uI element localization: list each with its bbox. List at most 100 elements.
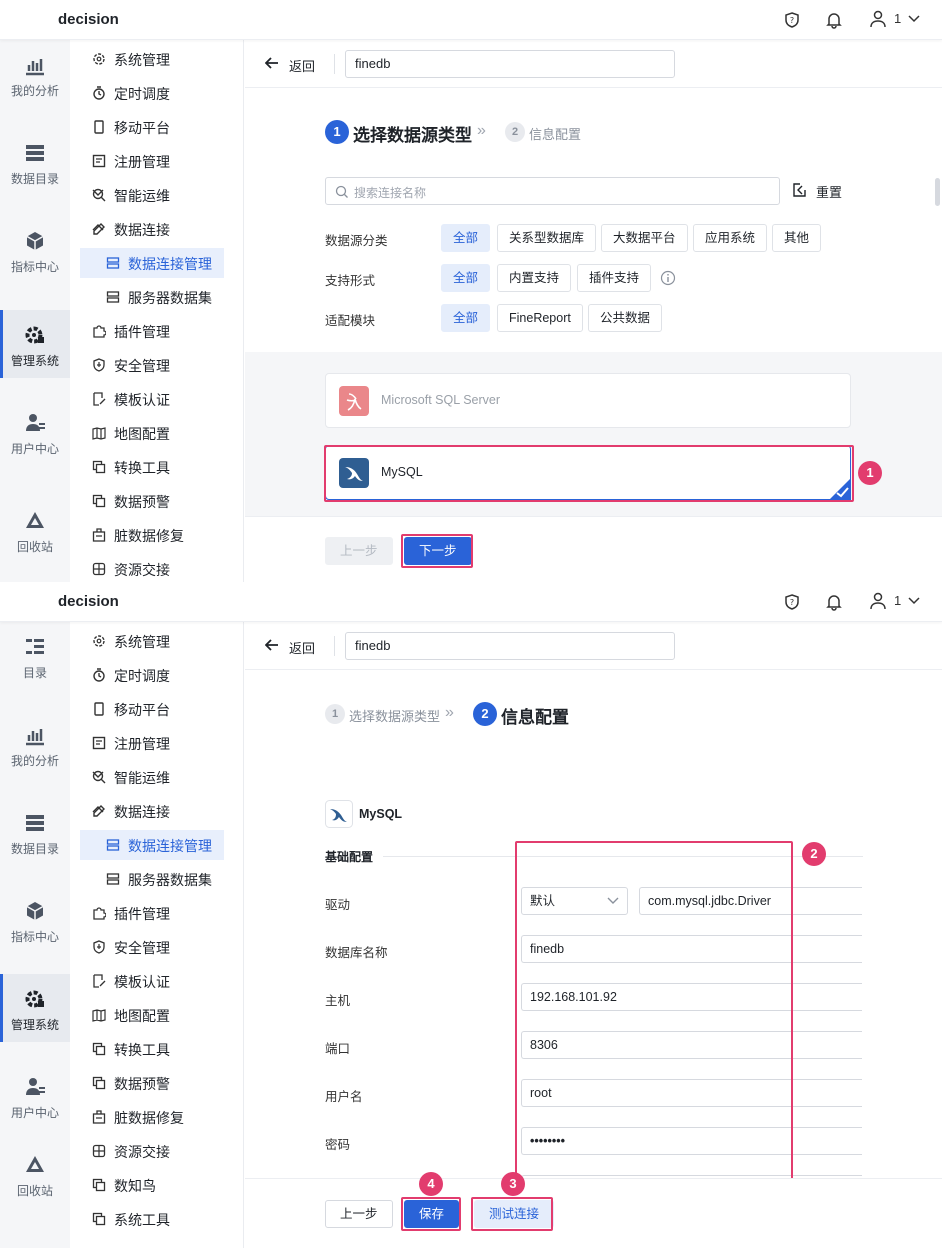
menu-mobile[interactable]: 移动平台 [80, 694, 224, 724]
user-menu[interactable]: 1 [870, 592, 922, 612]
menu-data-alert[interactable]: 数据预警 [80, 486, 224, 516]
menu-server-dataset[interactable]: 服务器数据集 [80, 282, 224, 312]
document-icon [93, 974, 106, 988]
chevron-down-icon [607, 897, 619, 904]
menu-registration[interactable]: 注册管理 [80, 728, 224, 758]
user-menu[interactable]: 1 [870, 10, 922, 30]
register-icon [92, 154, 106, 168]
save-button[interactable]: 保存 [404, 1200, 460, 1228]
shield-icon[interactable]: ? [782, 592, 802, 612]
datasource-card-sqlserver[interactable]: Microsoft SQL Server [325, 373, 851, 428]
top-bar: decision ? 1 [0, 582, 942, 622]
filter-module-public-data[interactable]: 公共数据 [588, 304, 663, 332]
register-icon [92, 736, 106, 750]
menu-system-management[interactable]: 系统管理 [80, 44, 224, 74]
menu-data-connection[interactable]: 数据连接 [80, 214, 224, 244]
svg-text:?: ? [790, 598, 794, 607]
menu-dirty-data-repair[interactable]: 脏数据修复 [80, 1102, 224, 1132]
filter-support-all[interactable]: 全部 [441, 264, 491, 292]
menu-smart-ops[interactable]: 智能运维 [80, 762, 224, 792]
menu-map-config[interactable]: 地图配置 [80, 1000, 224, 1030]
menu-data-alert[interactable]: 数据预警 [80, 1068, 224, 1098]
app-rail: 目录 我的分析 数据目录 指标中心 管理系统 用户中心 回收站 [0, 622, 70, 1248]
rail-recycle-bin[interactable]: 回收站 [0, 496, 70, 564]
rail-management[interactable]: 管理系统 [0, 310, 70, 378]
rail-recycle-bin[interactable]: 回收站 [0, 1140, 70, 1208]
test-connection-button[interactable]: 测试连接 [474, 1200, 555, 1228]
rail-data-catalog[interactable]: 数据目录 [0, 128, 70, 196]
rail-user-center[interactable]: 用户中心 [0, 1062, 70, 1130]
menu-dirty-data-repair[interactable]: 脏数据修复 [80, 520, 224, 550]
rail-data-catalog[interactable]: 数据目录 [0, 798, 70, 866]
filter-module-finereport[interactable]: FineReport [497, 304, 583, 332]
menu-schedule[interactable]: 定时调度 [80, 660, 224, 690]
menu-security[interactable]: 安全管理 [80, 932, 224, 962]
connection-name-input[interactable]: finedb [345, 50, 675, 78]
menu-data-connection[interactable]: 数据连接 [80, 796, 224, 826]
menu-shuzhiniao[interactable]: 数知鸟 [80, 1170, 224, 1200]
scrollbar[interactable] [935, 178, 940, 206]
user-icon [870, 592, 886, 610]
menu-plugins[interactable]: 插件管理 [80, 316, 224, 346]
rail-user-center[interactable]: 用户中心 [0, 398, 70, 466]
menu-connection-management[interactable]: 数据连接管理 [80, 830, 224, 860]
datasource-card-mysql[interactable]: MySQL [325, 445, 851, 500]
menu-smart-ops[interactable]: 智能运维 [80, 180, 224, 210]
menu-template-auth[interactable]: 模板认证 [80, 384, 224, 414]
username-input[interactable]: root [521, 1079, 862, 1107]
server-icon [106, 291, 120, 303]
prev-step-button[interactable]: 上一步 [325, 1200, 393, 1228]
bell-icon[interactable] [824, 592, 844, 612]
connection-name-input[interactable]: finedb [345, 632, 675, 660]
filter-support-plugin[interactable]: 插件支持 [577, 264, 652, 292]
filter-category-bigdata[interactable]: 大数据平台 [601, 224, 688, 252]
section-divider [383, 856, 863, 857]
filter-category-app[interactable]: 应用系统 [693, 224, 768, 252]
menu-server-dataset[interactable]: 服务器数据集 [80, 864, 224, 894]
menu-schedule[interactable]: 定时调度 [80, 78, 224, 108]
search-input[interactable]: 搜索连接名称 [325, 177, 780, 205]
rail-metric-center[interactable]: 指标中心 [0, 886, 70, 954]
shield-icon [93, 940, 105, 954]
menu-registration[interactable]: 注册管理 [80, 146, 224, 176]
menu-plugins[interactable]: 插件管理 [80, 898, 224, 928]
rail-metric-center[interactable]: 指标中心 [0, 216, 70, 284]
driver-select[interactable]: 默认 [521, 887, 628, 915]
port-input[interactable]: 8306 [521, 1031, 862, 1059]
next-step-button[interactable]: 下一步 [404, 537, 472, 565]
rail-my-analysis[interactable]: 我的分析 [0, 710, 70, 778]
host-input[interactable]: 192.168.101.92 [521, 983, 862, 1011]
step-1-number: 1 [325, 120, 349, 144]
menu-security[interactable]: 安全管理 [80, 350, 224, 380]
password-input[interactable]: •••••••• [521, 1127, 862, 1155]
menu-resource-handover[interactable]: 资源交接 [80, 1136, 224, 1166]
menu-system-management[interactable]: 系统管理 [80, 626, 224, 656]
rail-catalog[interactable]: 目录 [0, 622, 70, 690]
driver-class-input[interactable]: com.mysql.jdbc.Driver [639, 887, 862, 915]
rail-my-analysis[interactable]: 我的分析 [0, 40, 70, 108]
menu-template-auth[interactable]: 模板认证 [80, 966, 224, 996]
filter-category-relational[interactable]: 关系型数据库 [497, 224, 597, 252]
filter-category-all[interactable]: 全部 [441, 224, 491, 252]
bell-icon[interactable] [824, 10, 844, 30]
menu-convert-tool[interactable]: 转换工具 [80, 452, 224, 482]
filter-module-all[interactable]: 全部 [441, 304, 491, 332]
database-name-input[interactable]: finedb [521, 935, 862, 963]
filter-support-builtin[interactable]: 内置支持 [497, 264, 572, 292]
users-icon [26, 414, 45, 431]
filter-category-other[interactable]: 其他 [772, 224, 822, 252]
prev-step-button[interactable]: 上一步 [325, 537, 393, 565]
step-2-number: 2 [473, 702, 497, 726]
shield-icon[interactable]: ? [782, 10, 802, 30]
menu-system-tools[interactable]: 系统工具 [80, 1204, 224, 1234]
menu-map-config[interactable]: 地图配置 [80, 418, 224, 448]
menu-resource-handover[interactable]: 资源交接 [80, 554, 224, 582]
menu-mobile[interactable]: 移动平台 [80, 112, 224, 142]
menu-connection-management[interactable]: 数据连接管理 [80, 248, 224, 278]
document-icon [93, 392, 106, 406]
main-panel: 返回 finedb 1 选择数据源类型 » 2 信息配置 MySQL 基础配置 … [245, 622, 942, 1248]
info-icon[interactable] [660, 270, 676, 286]
puzzle-icon [93, 325, 106, 338]
menu-convert-tool[interactable]: 转换工具 [80, 1034, 224, 1064]
rail-management[interactable]: 管理系统 [0, 974, 70, 1042]
